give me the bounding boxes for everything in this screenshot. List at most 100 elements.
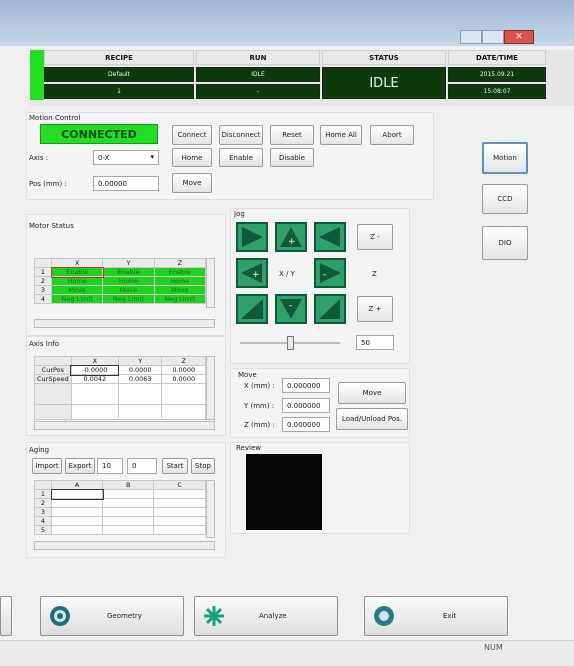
row-number: 3: [34, 285, 52, 295]
move-button[interactable]: Move: [338, 382, 406, 404]
motor-status-hscrollbar[interactable]: [34, 319, 215, 328]
reset-button[interactable]: Reset: [270, 125, 314, 145]
dio-tab[interactable]: DIO: [482, 226, 528, 260]
slider-thumb[interactable]: [287, 336, 294, 350]
aging-done-field[interactable]: 0: [127, 458, 157, 474]
svg-text:+: +: [288, 237, 296, 247]
move-title: Move: [238, 371, 257, 379]
jog-title: Jog: [234, 210, 245, 218]
disconnect-button[interactable]: Disconnect: [219, 125, 263, 145]
power-icon: [374, 606, 394, 626]
aging-count-field[interactable]: 10: [97, 458, 123, 474]
motor-status-table[interactable]: X Y Z 1 Enable Enable Enable 2 Home Home…: [34, 258, 207, 304]
motion-tab[interactable]: Motion: [482, 142, 528, 174]
aging-cell[interactable]: [153, 489, 206, 499]
empty-cell: [117, 404, 163, 420]
row-number: 2: [34, 498, 52, 508]
jog-down-button[interactable]: -: [275, 294, 307, 324]
row-number: 4: [34, 516, 52, 526]
aging-cell[interactable]: [50, 498, 104, 508]
y-mm-field[interactable]: 0.000000: [282, 398, 330, 413]
connection-status: CONNECTED: [40, 124, 158, 144]
jog-up-left-button[interactable]: [236, 222, 268, 252]
recipe-header: RECIPE: [44, 50, 194, 65]
axis-info-hscrollbar[interactable]: [34, 421, 215, 430]
svg-text:-: -: [323, 270, 326, 280]
minimize-button[interactable]: [460, 30, 482, 44]
z-plus-button[interactable]: Z +: [357, 296, 393, 322]
z-mm-field[interactable]: 0.000000: [282, 417, 330, 432]
pos-field[interactable]: 0.00000: [93, 176, 159, 191]
x-mm-field[interactable]: 0.000000: [282, 378, 330, 393]
jog-down-right-button[interactable]: [314, 294, 346, 324]
maximize-button[interactable]: [482, 30, 504, 44]
aging-cell[interactable]: [102, 507, 155, 517]
aging-cell[interactable]: [50, 525, 104, 535]
aging-cell[interactable]: [50, 488, 104, 500]
jog-down-left-button[interactable]: [236, 294, 268, 324]
z-minus-button[interactable]: Z -: [357, 224, 393, 250]
aging-table[interactable]: A B C 1 2 3 4 5: [34, 480, 206, 535]
abort-button[interactable]: Abort: [370, 125, 414, 145]
table-row: 4: [34, 516, 206, 526]
arrow-up-left-icon: [242, 227, 263, 247]
aging-scrollbar[interactable]: [206, 480, 215, 538]
connect-button[interactable]: Connect: [172, 125, 212, 145]
jog-up-right-button[interactable]: [314, 222, 346, 252]
jog-speed-field[interactable]: 50: [356, 335, 394, 350]
aging-cell[interactable]: [102, 498, 155, 508]
jog-up-button[interactable]: +: [275, 222, 307, 252]
row-number: 2: [34, 276, 52, 286]
analyze-button[interactable]: Analyze: [194, 596, 338, 636]
start-button[interactable]: Start: [162, 458, 188, 474]
left-edge-button[interactable]: [0, 596, 12, 636]
load-unload-button[interactable]: Load/Unload Pos.: [336, 408, 408, 430]
arrow-right-icon: -: [320, 263, 341, 283]
status-cell: Enable: [153, 267, 207, 277]
home-button[interactable]: Home: [172, 148, 212, 167]
aging-cell[interactable]: [102, 516, 155, 526]
gear-icon: [50, 606, 70, 626]
table-row: 1 Enable Enable Enable: [34, 266, 207, 278]
axis-info-table[interactable]: X Y Z CurPos -0.0000 0.0000 0.0000 CurSp…: [34, 356, 206, 420]
exit-button[interactable]: Exit: [364, 596, 508, 636]
aging-cell[interactable]: [102, 525, 155, 535]
aging-cell[interactable]: [153, 525, 206, 535]
jog-left-button[interactable]: +: [236, 258, 268, 288]
aging-hscrollbar[interactable]: [34, 541, 215, 550]
aging-cell[interactable]: [153, 498, 206, 508]
jog-right-button[interactable]: -: [314, 258, 346, 288]
arrow-left-icon: +: [241, 263, 262, 283]
status-cell: Neg Limit: [102, 294, 155, 304]
table-row: 1: [34, 488, 206, 500]
stop-button[interactable]: Stop: [191, 458, 215, 474]
axis-label: Axis :: [29, 154, 49, 162]
status-display: IDLE: [322, 67, 446, 99]
aging-col-c: C: [153, 480, 206, 490]
aging-cell[interactable]: [153, 507, 206, 517]
status-header: STATUS: [322, 50, 446, 65]
import-button[interactable]: Import: [32, 458, 62, 474]
enable-button[interactable]: Enable: [219, 148, 263, 167]
move-axis-button[interactable]: Move: [172, 173, 212, 193]
aging-cell[interactable]: [50, 516, 104, 526]
arrow-up-right-icon: [319, 227, 340, 247]
ccd-tab[interactable]: CCD: [482, 184, 528, 214]
disable-button[interactable]: Disable: [270, 148, 314, 167]
aging-cell[interactable]: [153, 516, 206, 526]
close-button[interactable]: ✕: [504, 30, 534, 44]
aging-cell[interactable]: [102, 489, 155, 499]
axis-select[interactable]: 0-X ▾: [93, 150, 159, 165]
status-cell: Enable: [50, 266, 104, 278]
jog-speed-slider[interactable]: [236, 334, 344, 352]
axis-info-scrollbar[interactable]: [206, 356, 215, 420]
axis-value: 0-X: [98, 153, 110, 162]
aging-cell[interactable]: [50, 507, 104, 517]
status-cell: Home: [102, 276, 155, 286]
arrow-down-right-icon: [319, 299, 340, 319]
corner-cell: [34, 356, 72, 366]
home-all-button[interactable]: Home All: [320, 125, 362, 145]
motor-status-scrollbar[interactable]: [206, 258, 215, 308]
geometry-button[interactable]: Geometry: [40, 596, 184, 636]
export-button[interactable]: Export: [65, 458, 95, 474]
